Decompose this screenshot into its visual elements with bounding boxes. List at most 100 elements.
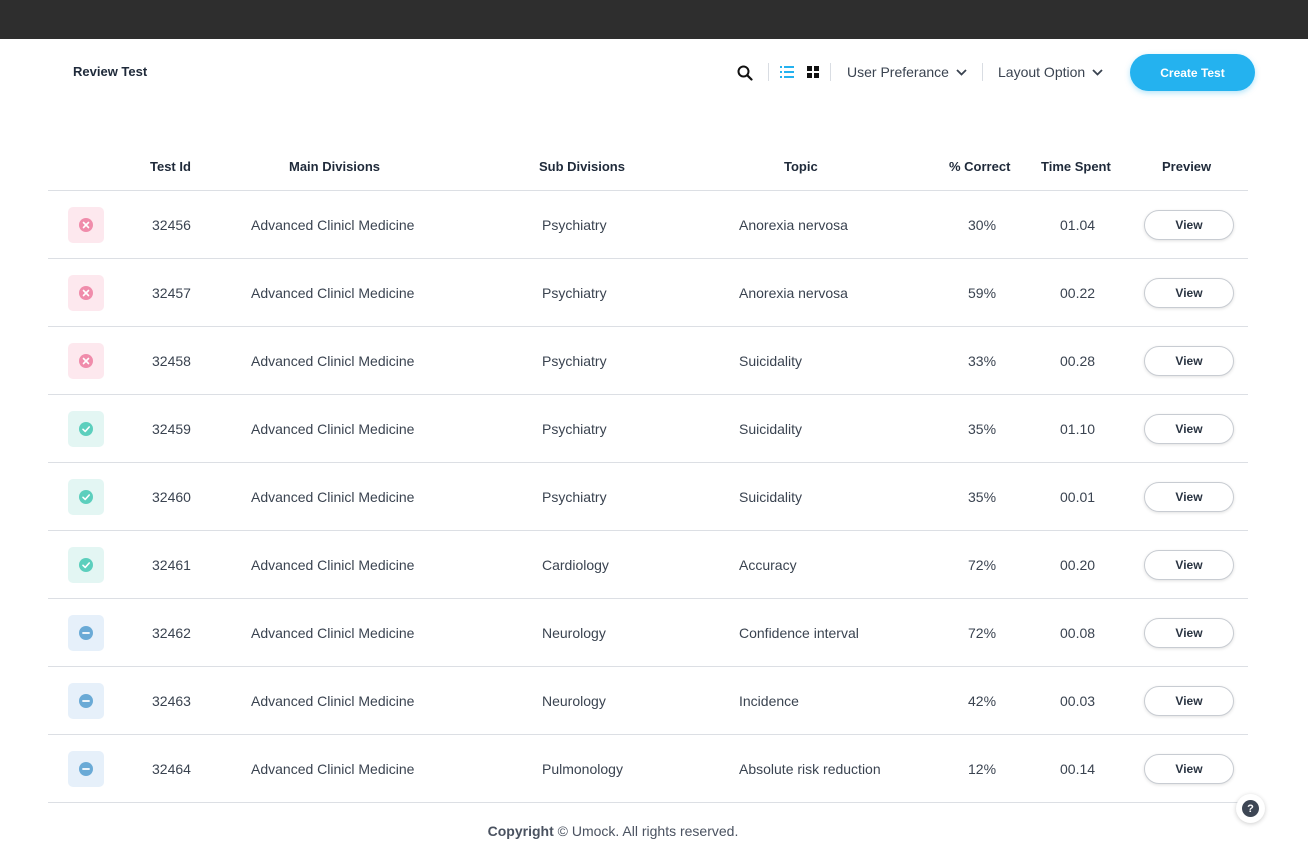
topic-cell: Confidence interval bbox=[739, 625, 859, 641]
topic-cell: Suicidality bbox=[739, 421, 803, 437]
copyright-label: Copyright bbox=[487, 823, 554, 839]
time-spent-cell: 00.28 bbox=[1060, 353, 1096, 369]
table-row: 32464 Advanced Clinicl Medicine Pulmonolog… bbox=[48, 735, 1248, 803]
page-header: Review Test User Preferance Layout Optio… bbox=[0, 39, 1308, 109]
sub-division-cell: Psychiatry bbox=[542, 353, 607, 369]
table-row: 32460 Advanced Clinicl Medicine Psychiatry… bbox=[48, 463, 1248, 531]
column-header-time-spent: Time Spent bbox=[1041, 159, 1111, 174]
column-header-test-id: Test Id bbox=[150, 159, 191, 174]
correct-cell: 30% bbox=[968, 217, 997, 233]
column-header-topic: Topic bbox=[784, 159, 818, 174]
correct-cell: 72% bbox=[968, 625, 997, 641]
toolbar-divider bbox=[982, 63, 983, 81]
topic-cell: Suicidality bbox=[739, 489, 803, 505]
status-badge bbox=[68, 207, 104, 243]
minus-circle-icon bbox=[79, 762, 93, 776]
top-bar bbox=[0, 0, 1308, 39]
time-spent-cell: 01.10 bbox=[1060, 421, 1096, 437]
search-icon[interactable] bbox=[737, 65, 753, 81]
correct-cell: 33% bbox=[968, 353, 997, 369]
view-button[interactable]: View bbox=[1144, 686, 1234, 716]
column-header-main-divisions: Main Divisions bbox=[289, 159, 381, 174]
view-button[interactable]: View bbox=[1144, 754, 1234, 784]
main-division-cell: Advanced Clinicl Medicine bbox=[251, 489, 415, 505]
main-division-cell: Advanced Clinicl Medicine bbox=[251, 285, 415, 301]
status-badge bbox=[68, 479, 104, 515]
status-badge bbox=[68, 751, 104, 787]
status-badge bbox=[68, 547, 104, 583]
main-division-cell: Advanced Clinicl Medicine bbox=[251, 217, 415, 233]
check-circle-icon bbox=[79, 422, 93, 436]
test-id-cell: 32461 bbox=[152, 557, 191, 573]
topic-cell: Suicidality bbox=[739, 353, 803, 369]
status-badge bbox=[68, 411, 104, 447]
sub-division-cell: Cardiology bbox=[542, 557, 609, 573]
copyright-text: © Umock. All rights reserved. bbox=[557, 823, 739, 839]
test-id-cell: 32464 bbox=[152, 761, 191, 777]
test-id-cell: 32458 bbox=[152, 353, 191, 369]
table-row: 32457 Advanced Clinicl Medicine Psychiatry… bbox=[48, 259, 1248, 327]
time-spent-cell: 01.04 bbox=[1060, 217, 1096, 233]
sub-division-cell: Psychiatry bbox=[542, 217, 607, 233]
topic-cell: Anorexia nervosa bbox=[739, 217, 848, 233]
correct-cell: 42% bbox=[968, 693, 997, 709]
test-id-cell: 32459 bbox=[152, 421, 191, 437]
time-spent-cell: 00.20 bbox=[1060, 557, 1096, 573]
test-id-cell: 32456 bbox=[152, 217, 191, 233]
column-header-sub-divisions: Sub Divisions bbox=[539, 159, 625, 174]
topic-cell: Anorexia nervosa bbox=[739, 285, 848, 301]
table-row: 32461 Advanced Clinicl Medicine Cardiology… bbox=[48, 531, 1248, 599]
main-division-cell: Advanced Clinicl Medicine bbox=[251, 625, 415, 641]
toolbar-divider bbox=[768, 63, 769, 81]
time-spent-cell: 00.03 bbox=[1060, 693, 1096, 709]
user-preference-label: User Preferance bbox=[847, 64, 949, 80]
main-division-cell: Advanced Clinicl Medicine bbox=[251, 421, 415, 437]
correct-cell: 35% bbox=[968, 421, 997, 437]
footer-copyright: Copyright © Umock. All rights reserved. bbox=[0, 823, 1226, 839]
toolbar-divider bbox=[830, 63, 831, 81]
topic-cell: Absolute risk reduction bbox=[739, 761, 881, 777]
time-spent-cell: 00.01 bbox=[1060, 489, 1096, 505]
column-header-preview: Preview bbox=[1162, 159, 1212, 174]
user-preference-dropdown[interactable]: User Preferance bbox=[847, 64, 967, 80]
table-row: 32458 Advanced Clinicl Medicine Psychiatry… bbox=[48, 327, 1248, 395]
review-test-table: Test Id Main Divisions Sub Divisions Top… bbox=[48, 140, 1248, 803]
chevron-down-icon bbox=[1092, 68, 1103, 76]
view-button[interactable]: View bbox=[1144, 550, 1234, 580]
view-button[interactable]: View bbox=[1144, 278, 1234, 308]
help-button[interactable]: ? bbox=[1236, 794, 1265, 823]
x-circle-icon bbox=[79, 218, 93, 232]
correct-cell: 12% bbox=[968, 761, 997, 777]
status-badge bbox=[68, 615, 104, 651]
main-division-cell: Advanced Clinicl Medicine bbox=[251, 353, 415, 369]
test-id-cell: 32462 bbox=[152, 625, 191, 641]
layout-option-dropdown[interactable]: Layout Option bbox=[998, 64, 1103, 80]
sub-division-cell: Psychiatry bbox=[542, 489, 607, 505]
sub-division-cell: Psychiatry bbox=[542, 285, 607, 301]
create-test-button[interactable]: Create Test bbox=[1130, 54, 1255, 91]
view-button[interactable]: View bbox=[1144, 414, 1234, 444]
view-button[interactable]: View bbox=[1144, 346, 1234, 376]
table-row: 32459 Advanced Clinicl Medicine Psychiatry… bbox=[48, 395, 1248, 463]
minus-circle-icon bbox=[79, 694, 93, 708]
status-badge bbox=[68, 683, 104, 719]
list-view-icon[interactable] bbox=[780, 66, 794, 78]
table-body: 32456 Advanced Clinicl Medicine Psychiatry… bbox=[48, 191, 1248, 803]
table-row: 32463 Advanced Clinicl Medicine Neurology I… bbox=[48, 667, 1248, 735]
view-button[interactable]: View bbox=[1144, 482, 1234, 512]
sub-division-cell: Neurology bbox=[542, 693, 606, 709]
main-division-cell: Advanced Clinicl Medicine bbox=[251, 761, 415, 777]
topic-cell: Accuracy bbox=[739, 557, 797, 573]
layout-option-label: Layout Option bbox=[998, 64, 1086, 80]
x-circle-icon bbox=[79, 286, 93, 300]
sub-division-cell: Neurology bbox=[542, 625, 606, 641]
correct-cell: 72% bbox=[968, 557, 997, 573]
test-id-cell: 32460 bbox=[152, 489, 191, 505]
grid-view-icon[interactable] bbox=[807, 66, 819, 78]
column-header-correct: % Correct bbox=[949, 159, 1011, 174]
view-button[interactable]: View bbox=[1144, 618, 1234, 648]
sub-division-cell: Pulmonology bbox=[542, 761, 623, 777]
view-button[interactable]: View bbox=[1144, 210, 1234, 240]
time-spent-cell: 00.22 bbox=[1060, 285, 1096, 301]
main-division-cell: Advanced Clinicl Medicine bbox=[251, 557, 415, 573]
